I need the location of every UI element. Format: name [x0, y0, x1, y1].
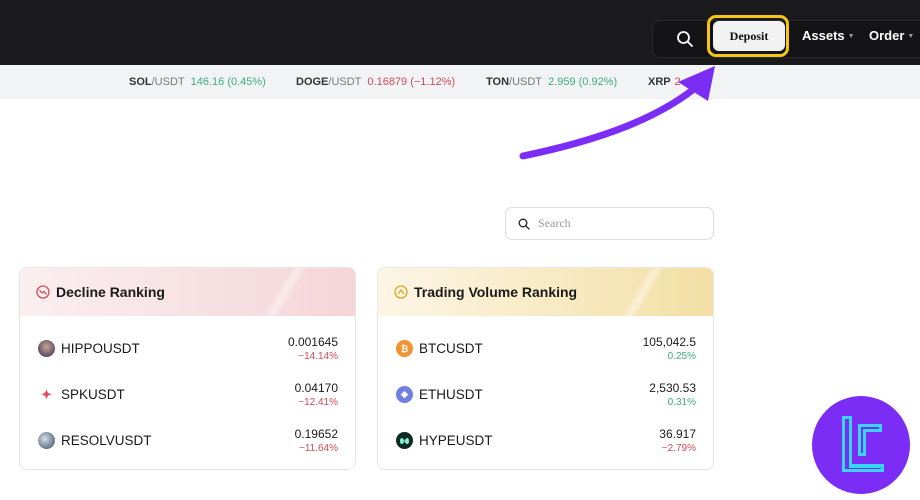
table-row[interactable]: ◆ ETHUSDT 2,530.53 0.31% [378, 374, 713, 414]
row-price: 36.917 [659, 427, 696, 441]
spk-coin-icon: ✦ [41, 386, 52, 402]
row-price: 0.04170 [294, 381, 338, 395]
row-symbol: HIPPOUSDT [61, 341, 140, 356]
brand-logo-icon [812, 396, 910, 494]
volume-ranking-header: Trading Volume Ranking [378, 268, 713, 316]
ethereum-icon: ◆ [396, 386, 413, 403]
ranking-search[interactable] [505, 207, 714, 240]
table-row[interactable]: HYPEUSDT 36.917 −2.79% [378, 420, 713, 460]
row-symbol: BTCUSDT [419, 341, 483, 356]
table-row[interactable]: ✦ SPKUSDT 0.04170 −12.41% [20, 374, 355, 414]
volume-ranking-card: Trading Volume Ranking ₿ BTCUSDT 105,042… [377, 267, 714, 470]
row-symbol: RESOLVUSDT [61, 433, 152, 448]
row-price: 0.19652 [294, 427, 338, 441]
decline-ranking-title: Decline Ranking [56, 284, 165, 300]
row-change: 0.31% [667, 397, 696, 408]
row-price: 0.001645 [287, 335, 338, 349]
table-row[interactable]: HIPPOUSDT 0.001645 −14.14% [20, 328, 355, 368]
bitcoin-icon: ₿ [396, 340, 413, 357]
hyperliquid-glyph [400, 437, 409, 444]
search-input[interactable] [536, 215, 700, 232]
volume-icon [394, 285, 408, 299]
table-row[interactable]: RESOLVUSDT 0.19652 −11.64% [20, 420, 355, 460]
row-change: −2.79% [661, 443, 696, 454]
decline-ranking-card: Decline Ranking HIPPOUSDT 0.001645 −14.1… [19, 267, 356, 470]
decline-ranking-header: Decline Ranking [20, 268, 355, 316]
header-decoration [613, 268, 673, 316]
row-symbol: ETHUSDT [419, 387, 483, 402]
volume-ranking-title: Trading Volume Ranking [414, 284, 578, 300]
row-change: −12.41% [298, 397, 338, 408]
row-price: 105,042.5 [642, 335, 696, 349]
row-change: −11.64% [298, 443, 338, 454]
hippo-coin-icon [38, 340, 55, 357]
hyperliquid-icon [396, 432, 413, 449]
decline-icon [36, 285, 50, 299]
row-change: −14.14% [298, 351, 338, 362]
row-symbol: SPKUSDT [61, 387, 125, 402]
row-symbol: HYPEUSDT [419, 433, 493, 448]
search-icon [518, 218, 530, 230]
table-row[interactable]: ₿ BTCUSDT 105,042.5 0.25% [378, 328, 713, 368]
row-price: 2,530.53 [649, 381, 696, 395]
header-decoration [255, 268, 315, 316]
brand-logo-glyph [842, 416, 884, 472]
resolv-coin-icon [38, 432, 55, 449]
row-change: 0.25% [667, 351, 696, 362]
